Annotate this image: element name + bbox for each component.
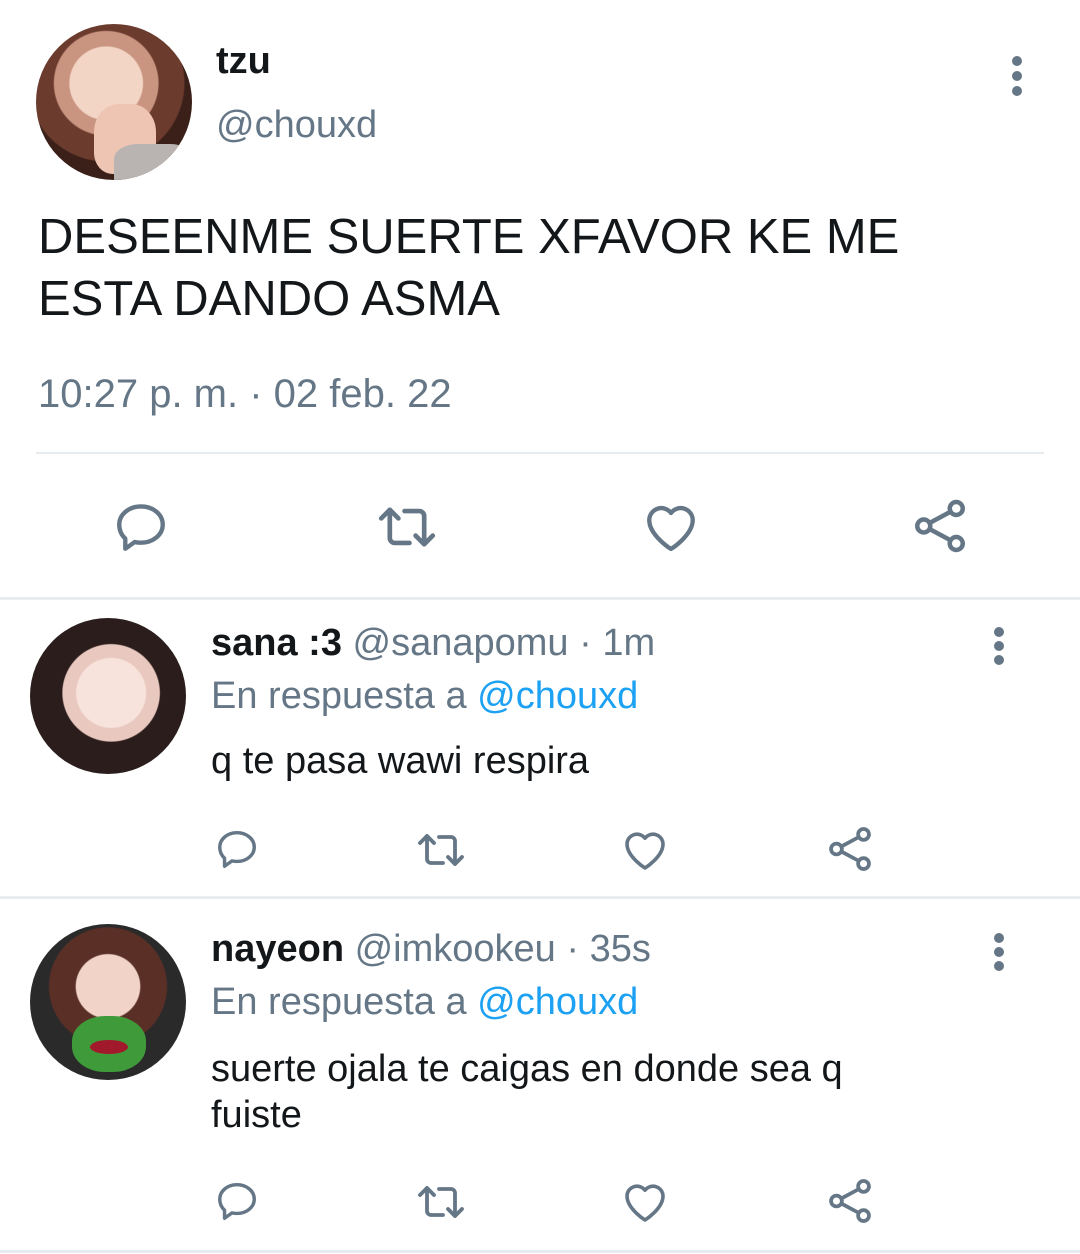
tweet-text: DESEENME SUERTE XFAVOR KE ME ESTA DANDO … [38, 210, 900, 326]
like-icon[interactable] [621, 826, 669, 872]
more-options-icon[interactable] [987, 933, 1011, 971]
mention-link[interactable]: @chouxd [477, 675, 638, 717]
reply-header: nayeon @imkookeu · 35s [211, 928, 651, 971]
separator: · [579, 622, 592, 664]
retweet-icon[interactable] [414, 828, 468, 872]
retweet-icon[interactable] [374, 500, 440, 554]
share-icon[interactable] [825, 1176, 875, 1226]
avatar-frog [72, 1016, 146, 1072]
reply-time[interactable]: 1m [602, 622, 655, 664]
share-icon[interactable] [910, 496, 970, 556]
avatar[interactable] [30, 618, 186, 774]
share-icon[interactable] [825, 824, 875, 874]
reply-header: sana :3 @sanapomu · 1m [211, 622, 655, 665]
reply-icon[interactable] [214, 826, 260, 872]
avatar-sleeve [114, 144, 192, 180]
mention-link[interactable]: @chouxd [477, 981, 638, 1023]
divider [36, 452, 1044, 454]
avatar[interactable] [36, 24, 192, 180]
reply-author-name[interactable]: nayeon [211, 928, 344, 970]
reply-text: suerte ojala te caigas en donde sea q fu… [211, 1048, 843, 1136]
in-reply-to: En respuesta a @chouxd [211, 675, 638, 718]
reply-text: q te pasa wawi respira [211, 740, 590, 782]
retweet-icon[interactable] [414, 1180, 468, 1224]
in-reply-label: En respuesta a [211, 981, 467, 1023]
tweet-timestamp[interactable]: 10:27 p. m. · 02 feb. 22 [38, 372, 452, 417]
reply-author-handle[interactable]: @sanapomu [353, 622, 569, 664]
divider [0, 896, 1080, 899]
in-reply-label: En respuesta a [211, 675, 467, 717]
reply-author-handle[interactable]: @imkookeu [355, 928, 556, 970]
divider [0, 597, 1080, 600]
divider [0, 1250, 1080, 1253]
avatar[interactable] [30, 924, 186, 1080]
like-icon[interactable] [642, 498, 700, 554]
author-handle[interactable]: @chouxd [216, 104, 377, 147]
more-options-icon[interactable] [987, 627, 1011, 665]
reply-time[interactable]: 35s [590, 928, 651, 970]
author-name[interactable]: tzu [216, 40, 271, 83]
like-icon[interactable] [621, 1178, 669, 1224]
in-reply-to: En respuesta a @chouxd [211, 981, 638, 1024]
separator: · [566, 928, 580, 970]
more-options-icon[interactable] [1005, 56, 1029, 96]
reply-icon[interactable] [112, 498, 170, 556]
reply-icon[interactable] [214, 1178, 260, 1224]
reply-author-name[interactable]: sana :3 [211, 622, 342, 664]
tweet-thread: tzu @chouxd DESEENME SUERTE XFAVOR KE ME… [0, 0, 1080, 1254]
